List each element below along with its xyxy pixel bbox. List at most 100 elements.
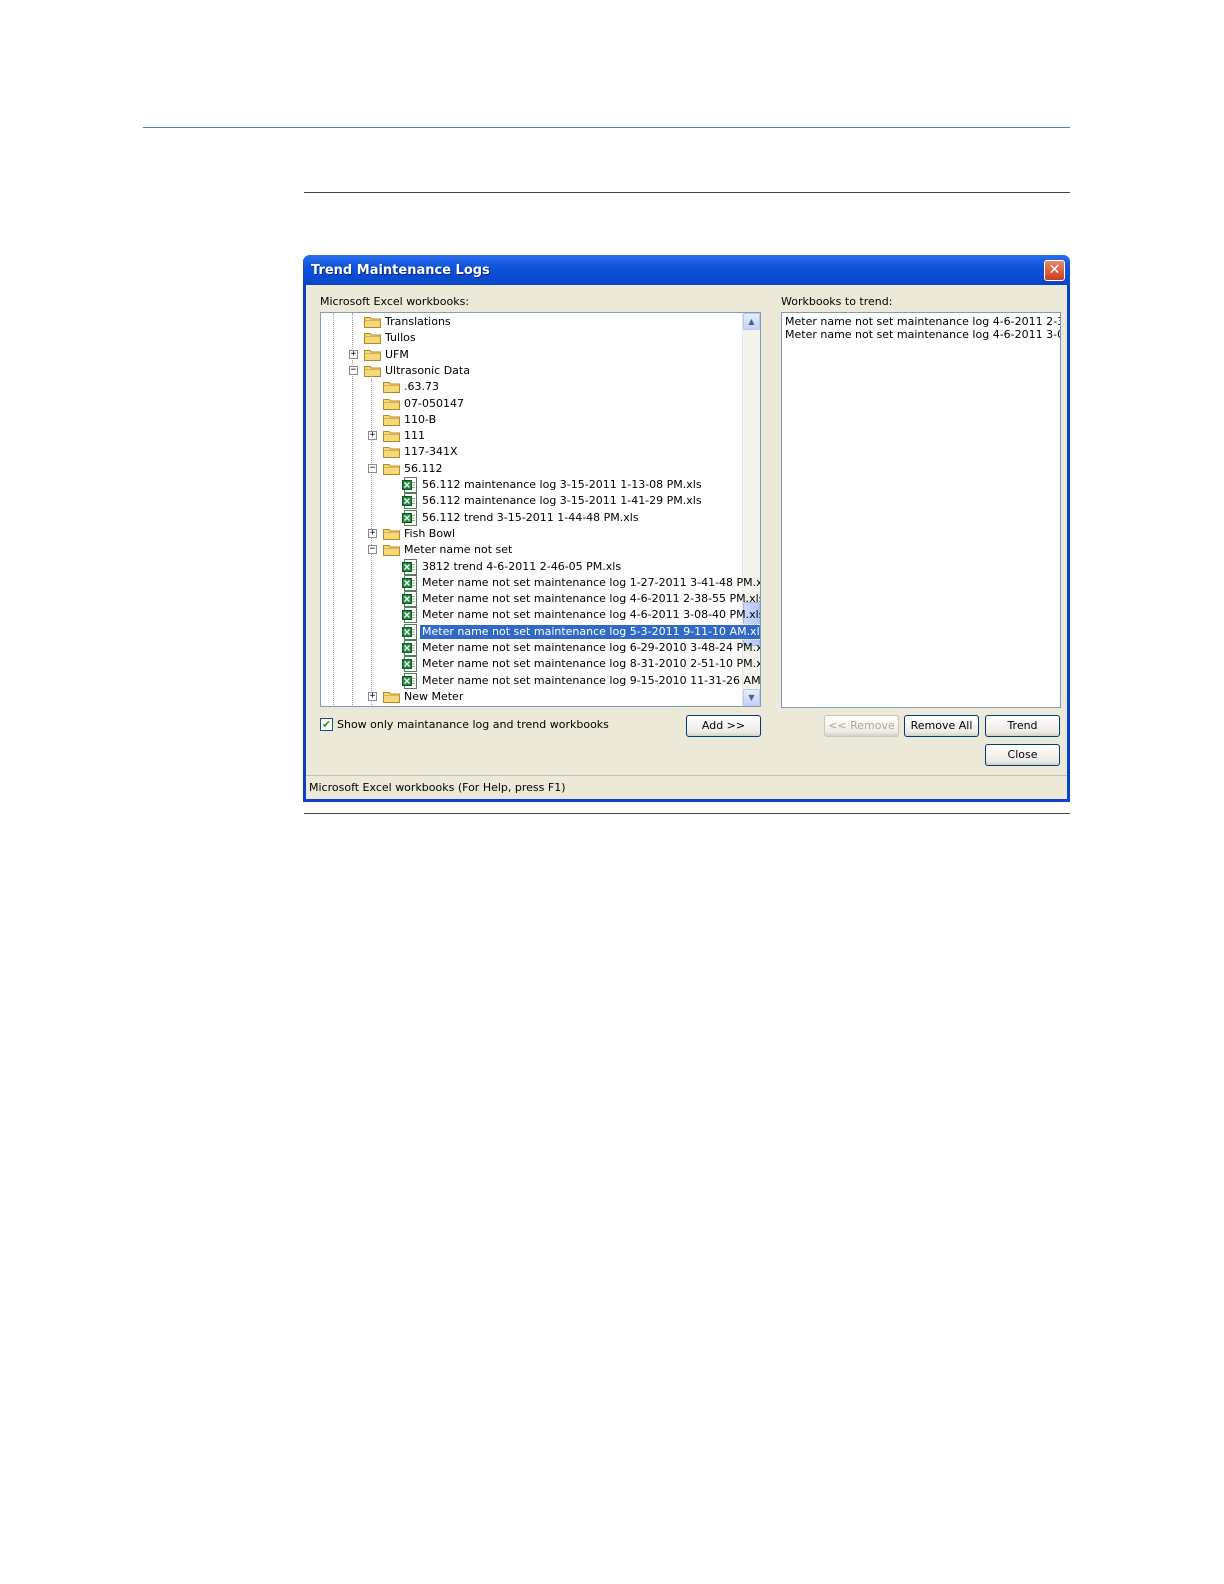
close-window-button[interactable]: ✕ <box>1044 260 1065 281</box>
tree-node-label: 07-050147 <box>404 396 464 410</box>
collapse-icon[interactable]: − <box>368 463 377 473</box>
excel-file-icon <box>402 574 417 591</box>
collapse-icon[interactable]: − <box>368 545 377 555</box>
tree-node-label: New Meter <box>404 689 464 703</box>
folder-icon <box>383 528 400 540</box>
tree-workbook-node[interactable]: Meter name not set maintenance log 4-6-2… <box>321 607 760 624</box>
expand-icon[interactable]: + <box>368 691 377 701</box>
excel-file-icon <box>402 591 417 608</box>
scroll-down-icon: ▼ <box>748 693 755 702</box>
tree-node-label: 117-341X <box>404 445 458 459</box>
scroll-down-button[interactable]: ▼ <box>743 689 760 706</box>
list-item[interactable]: Meter name not set maintenance log 4-6-2… <box>785 328 1060 341</box>
tree-folder-node[interactable]: + UFM <box>321 347 741 363</box>
page-rule-top <box>143 127 1070 128</box>
tree-folder-node[interactable]: − 56.112 <box>321 461 741 477</box>
folder-icon <box>383 545 400 557</box>
show-only-logs-label[interactable]: Show only maintanance log and trend work… <box>337 718 609 731</box>
tree-workbook-node[interactable]: Meter name not set maintenance log 8-31-… <box>321 656 760 673</box>
tree-folder-node[interactable]: − Meter name not set <box>321 542 741 558</box>
expand-icon[interactable]: + <box>368 528 377 538</box>
expand-icon[interactable]: + <box>349 349 358 359</box>
folder-icon <box>383 447 400 459</box>
add-button[interactable]: Add >> <box>686 715 761 737</box>
tree-folder-node[interactable]: Translations <box>321 314 741 330</box>
folder-icon <box>383 382 400 394</box>
tree-node-label: Meter name not set maintenance log 1-27-… <box>422 575 761 589</box>
tree-node-label: Ultrasonic Data <box>385 363 470 377</box>
excel-file-icon <box>402 640 417 656</box>
expand-icon[interactable]: + <box>368 431 377 441</box>
tree-workbook-node[interactable]: 56.112 trend 3-15-2011 1-44-48 PM.xls <box>321 509 741 526</box>
scroll-up-button[interactable]: ▲ <box>743 313 760 330</box>
status-text: Microsoft Excel workbooks (For Help, pre… <box>309 781 566 794</box>
excel-file-icon <box>402 509 417 526</box>
folder-icon <box>383 414 400 426</box>
tree-node-label: Fish Bowl <box>404 526 456 540</box>
tree-node-label: 56.112 maintenance log 3-15-2011 1-41-29… <box>422 494 702 508</box>
tree-node-label: 56.112 trend 3-15-2011 1-44-48 PM.xls <box>422 510 639 524</box>
status-bar: Microsoft Excel workbooks (For Help, pre… <box>306 775 1067 799</box>
tree-workbook-node[interactable]: Meter name not set maintenance log 6-29-… <box>321 640 760 656</box>
folder-icon <box>364 333 381 345</box>
tree-folder-node[interactable]: Tullos <box>321 330 741 346</box>
workbooks-to-trend-label: Workbooks to trend: <box>781 295 893 308</box>
tree-folder-node[interactable]: 117-341X <box>321 444 741 460</box>
window-title: Trend Maintenance Logs <box>311 263 490 278</box>
tree-node-label: Meter name not set <box>404 543 513 557</box>
tree-workbook-node[interactable]: 3812 trend 4-6-2011 2-46-05 PM.xls <box>321 558 741 575</box>
trend-maintenance-logs-window: Trend Maintenance Logs ✕ Microsoft Excel… <box>303 255 1070 802</box>
tree-node-label: Meter name not set maintenance log 5-3-2… <box>418 623 760 640</box>
tree-node-label: Meter name not set maintenance log 8-31-… <box>422 657 761 671</box>
folder-icon <box>383 431 400 443</box>
folder-icon <box>383 398 400 410</box>
excel-file-icon <box>402 672 417 689</box>
tree-node-label: 56.112 <box>404 461 443 475</box>
tree-node-label: Translations <box>385 315 451 328</box>
tree-folder-node[interactable]: +111 <box>321 428 741 444</box>
tree-node-label: .63.73 <box>404 380 439 394</box>
tree-folder-node[interactable]: + New Meter <box>321 689 741 705</box>
workbooks-tree[interactable]: ▲ ▼ Translations Tullos + UFM − Ultrasonic Da… <box>320 312 761 707</box>
excel-file-icon <box>402 623 417 640</box>
show-only-logs-checkbox[interactable]: ✔ <box>320 718 333 731</box>
folder-icon <box>383 691 400 703</box>
close-button[interactable]: Close <box>985 744 1060 766</box>
excel-file-icon <box>402 558 417 575</box>
tree-workbook-node[interactable]: Meter name not set maintenance log 5-3-2… <box>321 623 760 640</box>
tree-folder-node[interactable]: − Ultrasonic Data <box>321 363 741 379</box>
tree-folder-node[interactable]: 110-B <box>321 412 741 428</box>
tree-node-label: 56.112 maintenance log 3-15-2011 1-13-08… <box>422 478 702 491</box>
tree-workbook-node[interactable]: Meter name not set maintenance log 9-15-… <box>321 672 760 689</box>
folder-icon <box>364 365 381 377</box>
page-rule-middle <box>304 192 1070 193</box>
tree-folder-node[interactable]: .63.73 <box>321 379 741 395</box>
remove-all-button[interactable]: Remove All <box>904 715 979 737</box>
page-rule-bottom <box>304 813 1070 814</box>
list-item[interactable]: Meter name not set maintenance log 4-6-2… <box>785 315 1060 328</box>
title-bar[interactable]: Trend Maintenance Logs ✕ <box>303 255 1070 285</box>
excel-file-icon <box>402 477 417 493</box>
tree-node-label: Meter name not set maintenance log 6-29-… <box>422 641 761 654</box>
tree-folder-node[interactable]: + Fish Bowl <box>321 526 741 542</box>
folder-icon <box>364 317 381 328</box>
tree-node-label: 110-B <box>404 412 437 426</box>
tree-workbook-node[interactable]: 56.112 maintenance log 3-15-2011 1-13-08… <box>321 477 741 493</box>
tree-workbook-node[interactable]: Meter name not set maintenance log 4-6-2… <box>321 591 760 608</box>
tree-node-label: UFM <box>385 347 409 361</box>
dialog-client-area: Microsoft Excel workbooks: ▲ ▼ Translati… <box>306 285 1067 799</box>
tree-workbook-node[interactable]: Meter name not set maintenance log 1-27-… <box>321 574 760 591</box>
tree-workbook-node[interactable]: 56.112 maintenance log 3-15-2011 1-41-29… <box>321 493 741 510</box>
workbooks-to-trend-list[interactable]: Meter name not set maintenance log 4-6-2… <box>781 312 1061 708</box>
folder-icon <box>383 463 400 475</box>
collapse-icon[interactable]: − <box>349 365 358 375</box>
excel-file-icon <box>402 493 417 510</box>
trend-button[interactable]: Trend <box>985 715 1060 737</box>
tree-node-label: Meter name not set maintenance log 4-6-2… <box>422 592 761 606</box>
tree-node-label: Meter name not set maintenance log 9-15-… <box>422 673 761 687</box>
folder-icon <box>364 349 381 361</box>
tree-folder-node[interactable]: 07-050147 <box>321 396 741 412</box>
tree-node-label: 3812 trend 4-6-2011 2-46-05 PM.xls <box>422 559 622 573</box>
checkmark-icon: ✔ <box>321 718 332 731</box>
remove-button[interactable]: << Remove <box>824 715 899 737</box>
